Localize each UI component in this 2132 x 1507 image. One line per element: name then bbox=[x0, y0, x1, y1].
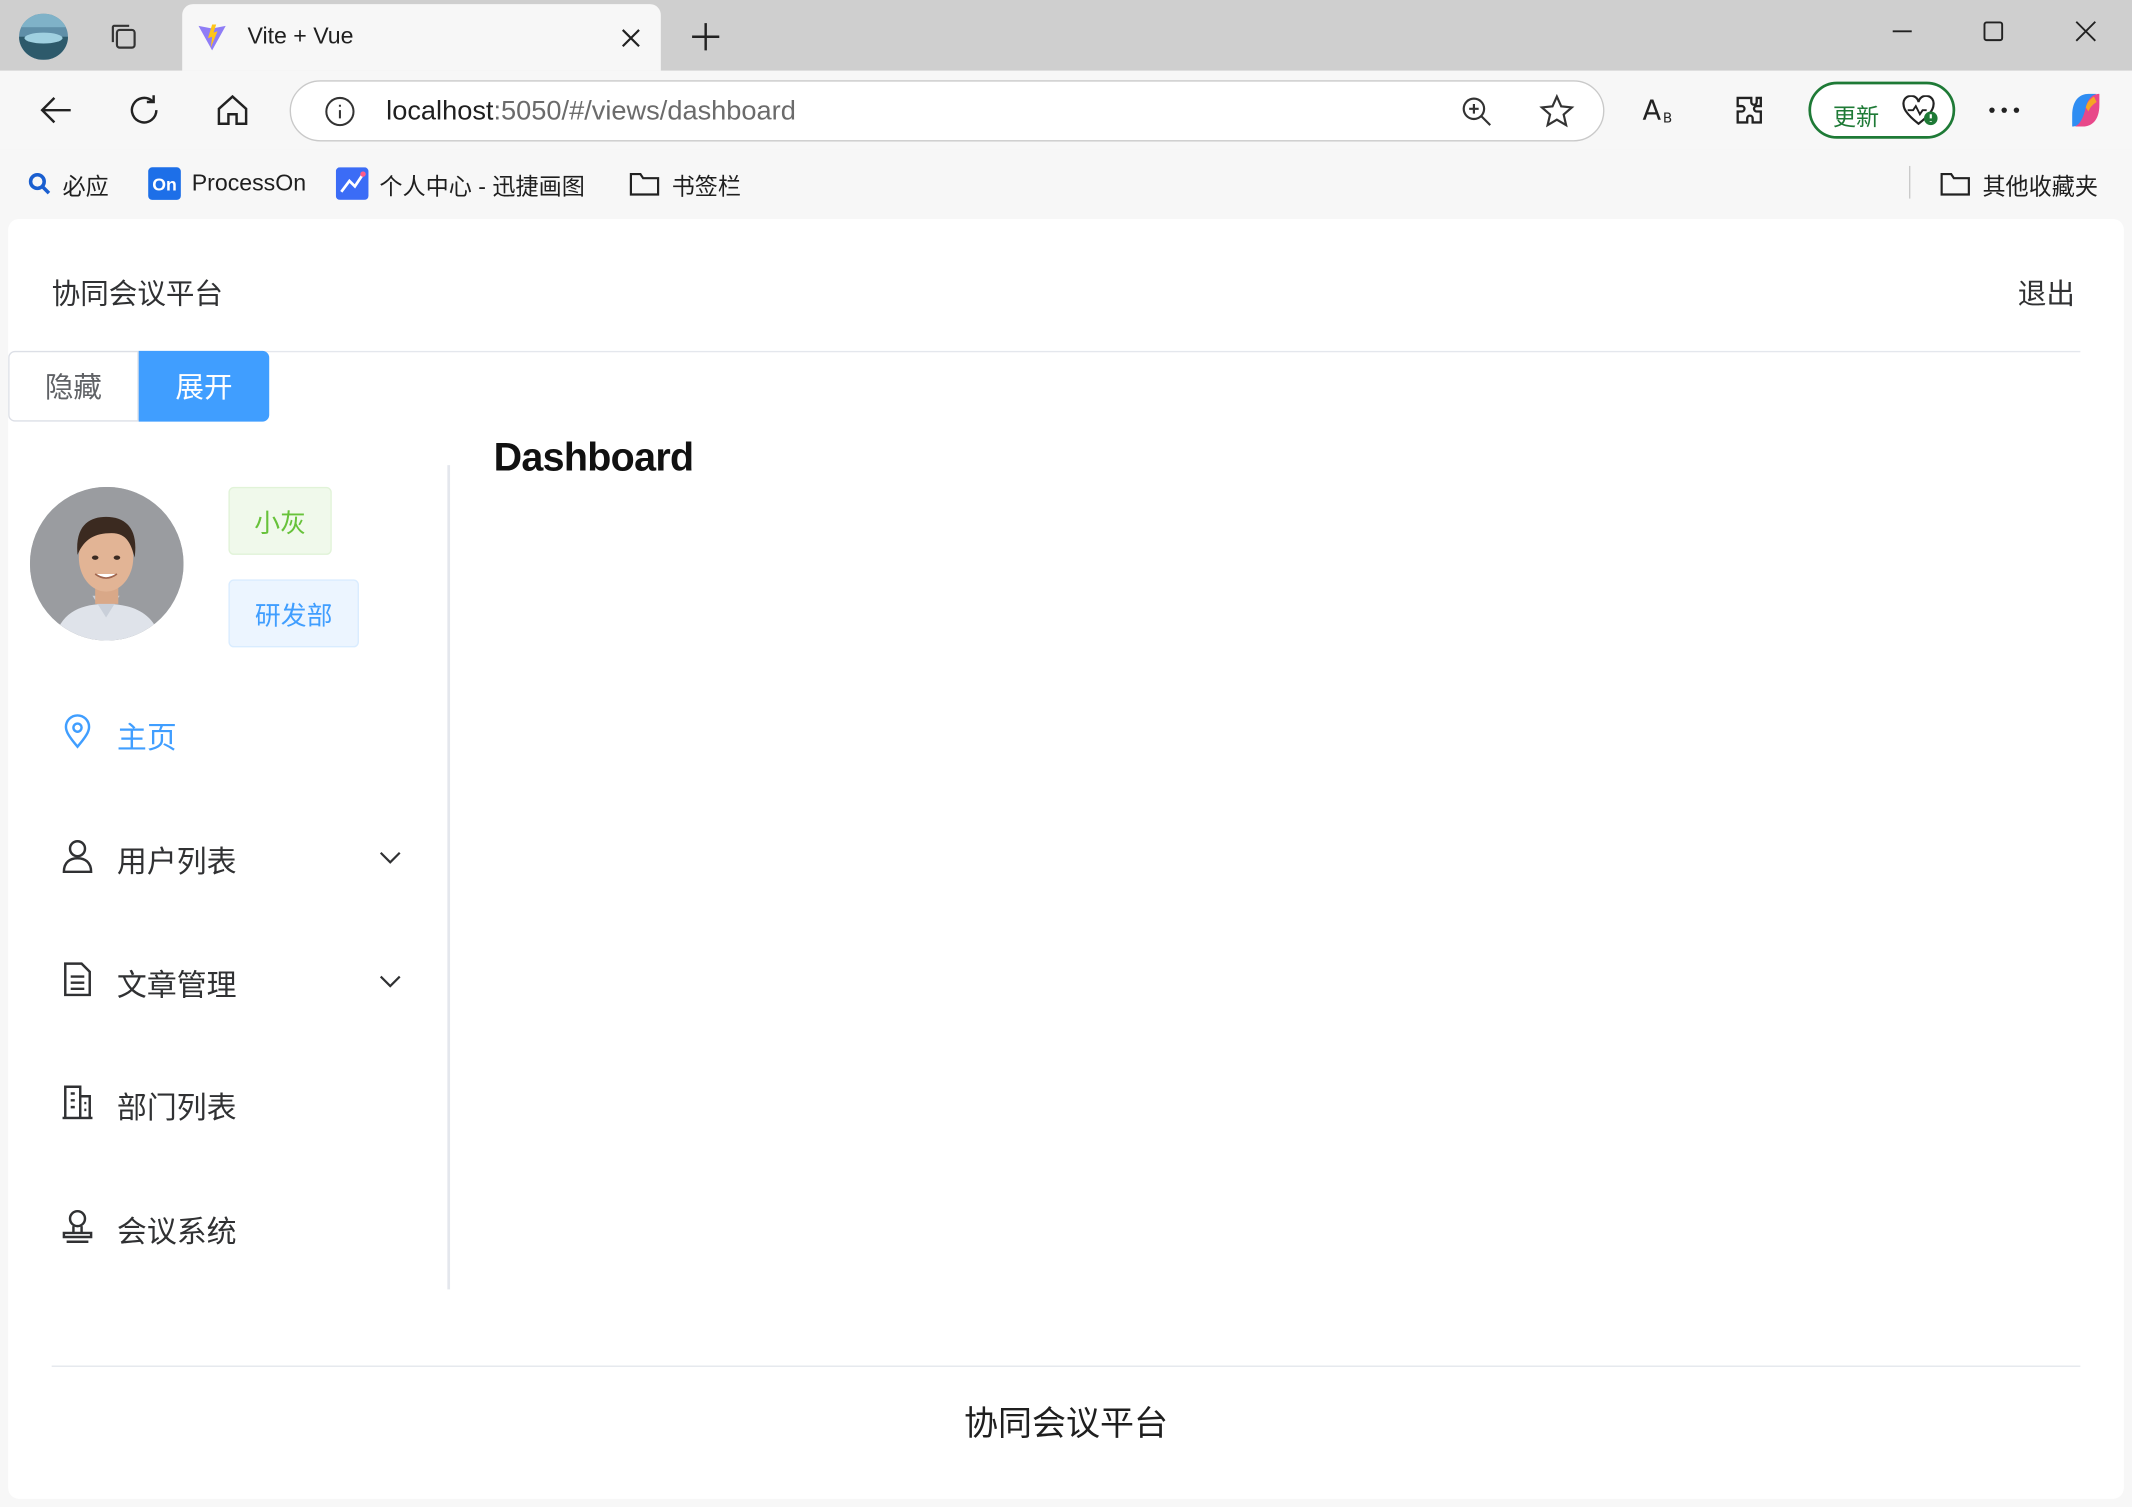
menu-item-article-management[interactable]: 文章管理 bbox=[8, 938, 440, 1020]
menu-item-home[interactable]: 主页 bbox=[8, 691, 440, 773]
page-title: Dashboard bbox=[493, 436, 695, 481]
user-avatar bbox=[29, 486, 184, 641]
header-divider bbox=[51, 350, 2081, 353]
browser-health-icon bbox=[1901, 94, 1939, 128]
address-bar[interactable]: localhost:5050/#/views/dashboard bbox=[289, 80, 1605, 142]
footer-text: 协同会议平台 bbox=[964, 1404, 1168, 1444]
tab-strip: Vite + Vue bbox=[0, 0, 2132, 71]
page-content: 协同会议平台 退出 隐藏 展开 小灰 研发部 主页 用户列表 文章管理 部门列表… bbox=[8, 218, 2124, 1499]
favorite-star-icon[interactable] bbox=[1539, 93, 1575, 129]
search-icon bbox=[28, 173, 51, 195]
menu-item-label: 文章管理 bbox=[116, 968, 237, 1003]
other-bookmarks[interactable]: 其他收藏夹 bbox=[1939, 167, 2098, 200]
site-info-icon[interactable] bbox=[324, 95, 357, 128]
back-icon[interactable] bbox=[33, 87, 79, 133]
menu-item-label: 部门列表 bbox=[116, 1090, 237, 1125]
active-tab[interactable]: Vite + Vue bbox=[182, 4, 661, 71]
sidebar-toggle-group: 隐藏 展开 bbox=[8, 350, 270, 422]
chevron-down-icon bbox=[377, 967, 404, 994]
tab-title: Vite + Vue bbox=[247, 23, 354, 49]
bookmark-label: ProcessOn bbox=[191, 170, 307, 196]
menu-item-label: 用户列表 bbox=[116, 844, 237, 879]
bookmark-separator bbox=[1909, 165, 1911, 199]
bookmarks-bar: 必应 On ProcessOn 个人中心 - 迅捷画图 书签栏 其他收藏夹 bbox=[0, 149, 2132, 215]
maximize-icon[interactable] bbox=[1966, 11, 2020, 52]
menu-item-department-list[interactable]: 部门列表 bbox=[8, 1061, 440, 1143]
home-icon[interactable] bbox=[209, 87, 255, 133]
bookmark-folder[interactable]: 书签栏 bbox=[628, 167, 741, 200]
tab-actions-icon[interactable] bbox=[103, 16, 144, 57]
close-tab-icon[interactable] bbox=[615, 22, 648, 55]
menu-item-label: 会议系统 bbox=[116, 1214, 237, 1249]
other-bookmarks-label: 其他收藏夹 bbox=[1982, 173, 2099, 200]
folder-icon bbox=[629, 173, 660, 196]
xunjie-icon bbox=[335, 167, 369, 200]
bookmark-bing[interactable]: 必应 bbox=[27, 167, 109, 200]
bookmark-xunjie[interactable]: 个人中心 - 迅捷画图 bbox=[335, 167, 585, 200]
user-name-tag: 小灰 bbox=[228, 486, 332, 555]
new-tab-icon[interactable] bbox=[684, 15, 728, 59]
folder-icon bbox=[1940, 173, 1970, 196]
zoom-icon[interactable] bbox=[1460, 95, 1493, 128]
update-label: 更新 bbox=[1832, 104, 1880, 131]
more-options-icon[interactable] bbox=[1981, 87, 2027, 133]
bookmark-label: 必应 bbox=[62, 173, 109, 200]
menu-item-user-list[interactable]: 用户列表 bbox=[8, 815, 440, 897]
update-button[interactable]: 更新 bbox=[1808, 81, 1956, 139]
logout-link[interactable]: 退出 bbox=[2018, 272, 2075, 313]
url-path: :5050/#/views/dashboard bbox=[493, 96, 796, 127]
menu-item-label: 主页 bbox=[116, 720, 177, 755]
refresh-icon[interactable] bbox=[121, 87, 167, 133]
bookmark-label: 个人中心 - 迅捷画图 bbox=[379, 173, 585, 200]
minimize-icon[interactable] bbox=[1875, 11, 1929, 52]
browser-toolbar: localhost:5050/#/views/dashboard AB 更新 bbox=[0, 70, 2132, 150]
menu-item-meeting-system[interactable]: 会议系统 bbox=[8, 1185, 440, 1267]
vite-icon bbox=[196, 20, 229, 53]
app-title: 协同会议平台 bbox=[51, 278, 223, 311]
footer-divider bbox=[51, 1365, 2081, 1367]
svg-text:A: A bbox=[1643, 96, 1662, 127]
office-building-icon bbox=[60, 1084, 95, 1120]
copilot-icon[interactable] bbox=[2063, 87, 2109, 133]
document-icon bbox=[60, 962, 95, 997]
user-icon bbox=[60, 838, 95, 874]
chevron-down-icon bbox=[377, 843, 404, 870]
bookmark-processon[interactable]: On ProcessOn bbox=[148, 167, 306, 200]
user-department-tag: 研发部 bbox=[228, 579, 359, 648]
hide-sidebar-button[interactable]: 隐藏 bbox=[8, 350, 139, 422]
read-aloud-icon[interactable]: AB bbox=[1637, 87, 1683, 133]
profile-avatar[interactable] bbox=[19, 13, 68, 60]
close-window-icon[interactable] bbox=[2059, 11, 2113, 52]
location-icon bbox=[60, 714, 95, 749]
processon-icon: On bbox=[148, 167, 181, 200]
url-host: localhost bbox=[386, 96, 494, 127]
sidebar-divider bbox=[447, 465, 451, 1290]
expand-sidebar-button[interactable]: 展开 bbox=[138, 350, 270, 422]
stamp-icon bbox=[60, 1208, 95, 1243]
bookmark-label: 书签栏 bbox=[671, 173, 742, 200]
url-text[interactable]: localhost:5050/#/views/dashboard bbox=[386, 97, 796, 128]
extensions-icon[interactable] bbox=[1727, 87, 1773, 133]
svg-text:B: B bbox=[1663, 110, 1672, 126]
